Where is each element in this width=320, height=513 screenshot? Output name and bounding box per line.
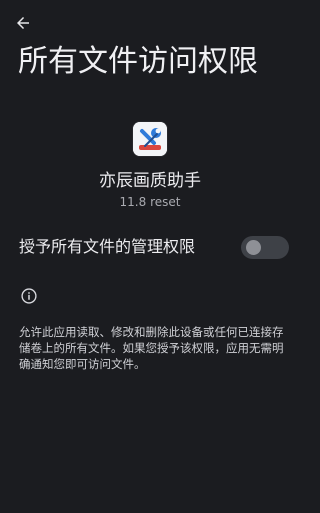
- wrench-app-icon: [133, 122, 167, 156]
- page-title: 所有文件访问权限: [18, 44, 258, 79]
- app-version: 11.8 reset: [119, 195, 181, 209]
- back-button[interactable]: [12, 12, 34, 34]
- all-files-access-setting[interactable]: 授予所有文件的管理权限: [0, 228, 300, 268]
- info-icon: [21, 288, 37, 304]
- permission-toggle[interactable]: [241, 236, 289, 259]
- app-icon: [133, 122, 167, 156]
- toggle-thumb: [246, 240, 261, 255]
- arrow-back-icon: [17, 17, 29, 29]
- permission-description: 允许此应用读取、修改和删除此设备或任何已连接存储卷上的所有文件。如果您授予该权限…: [19, 325, 284, 371]
- setting-label: 授予所有文件的管理权限: [19, 237, 196, 256]
- app-name: 亦辰画质助手: [99, 171, 201, 191]
